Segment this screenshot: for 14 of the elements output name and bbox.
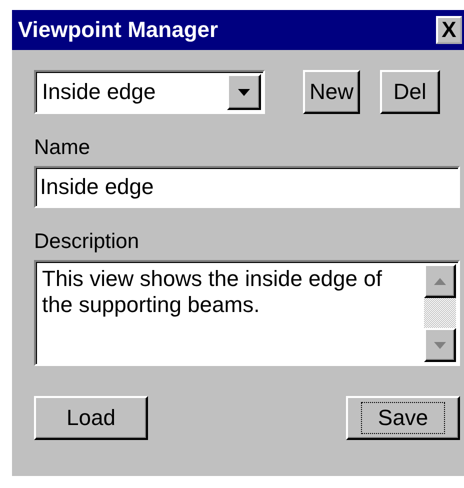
viewpoint-dropdown[interactable]: Inside edge xyxy=(34,70,266,114)
scroll-up-icon[interactable] xyxy=(424,264,456,298)
name-label: Name xyxy=(34,136,92,160)
load-button[interactable]: Load xyxy=(34,396,148,440)
description-field[interactable]: This view shows the inside edge of the supporting beams. xyxy=(34,260,460,366)
name-field[interactable]: Inside edge xyxy=(34,166,460,208)
close-button[interactable]: X xyxy=(436,16,462,44)
scroll-down-icon[interactable] xyxy=(424,328,456,362)
scrollbar[interactable] xyxy=(424,264,456,362)
window-title: Viewpoint Manager xyxy=(18,17,218,43)
delete-button[interactable]: Del xyxy=(380,70,440,114)
save-button[interactable]: Save xyxy=(346,396,460,440)
new-button[interactable]: New xyxy=(303,70,360,114)
description-label: Description xyxy=(34,230,140,254)
